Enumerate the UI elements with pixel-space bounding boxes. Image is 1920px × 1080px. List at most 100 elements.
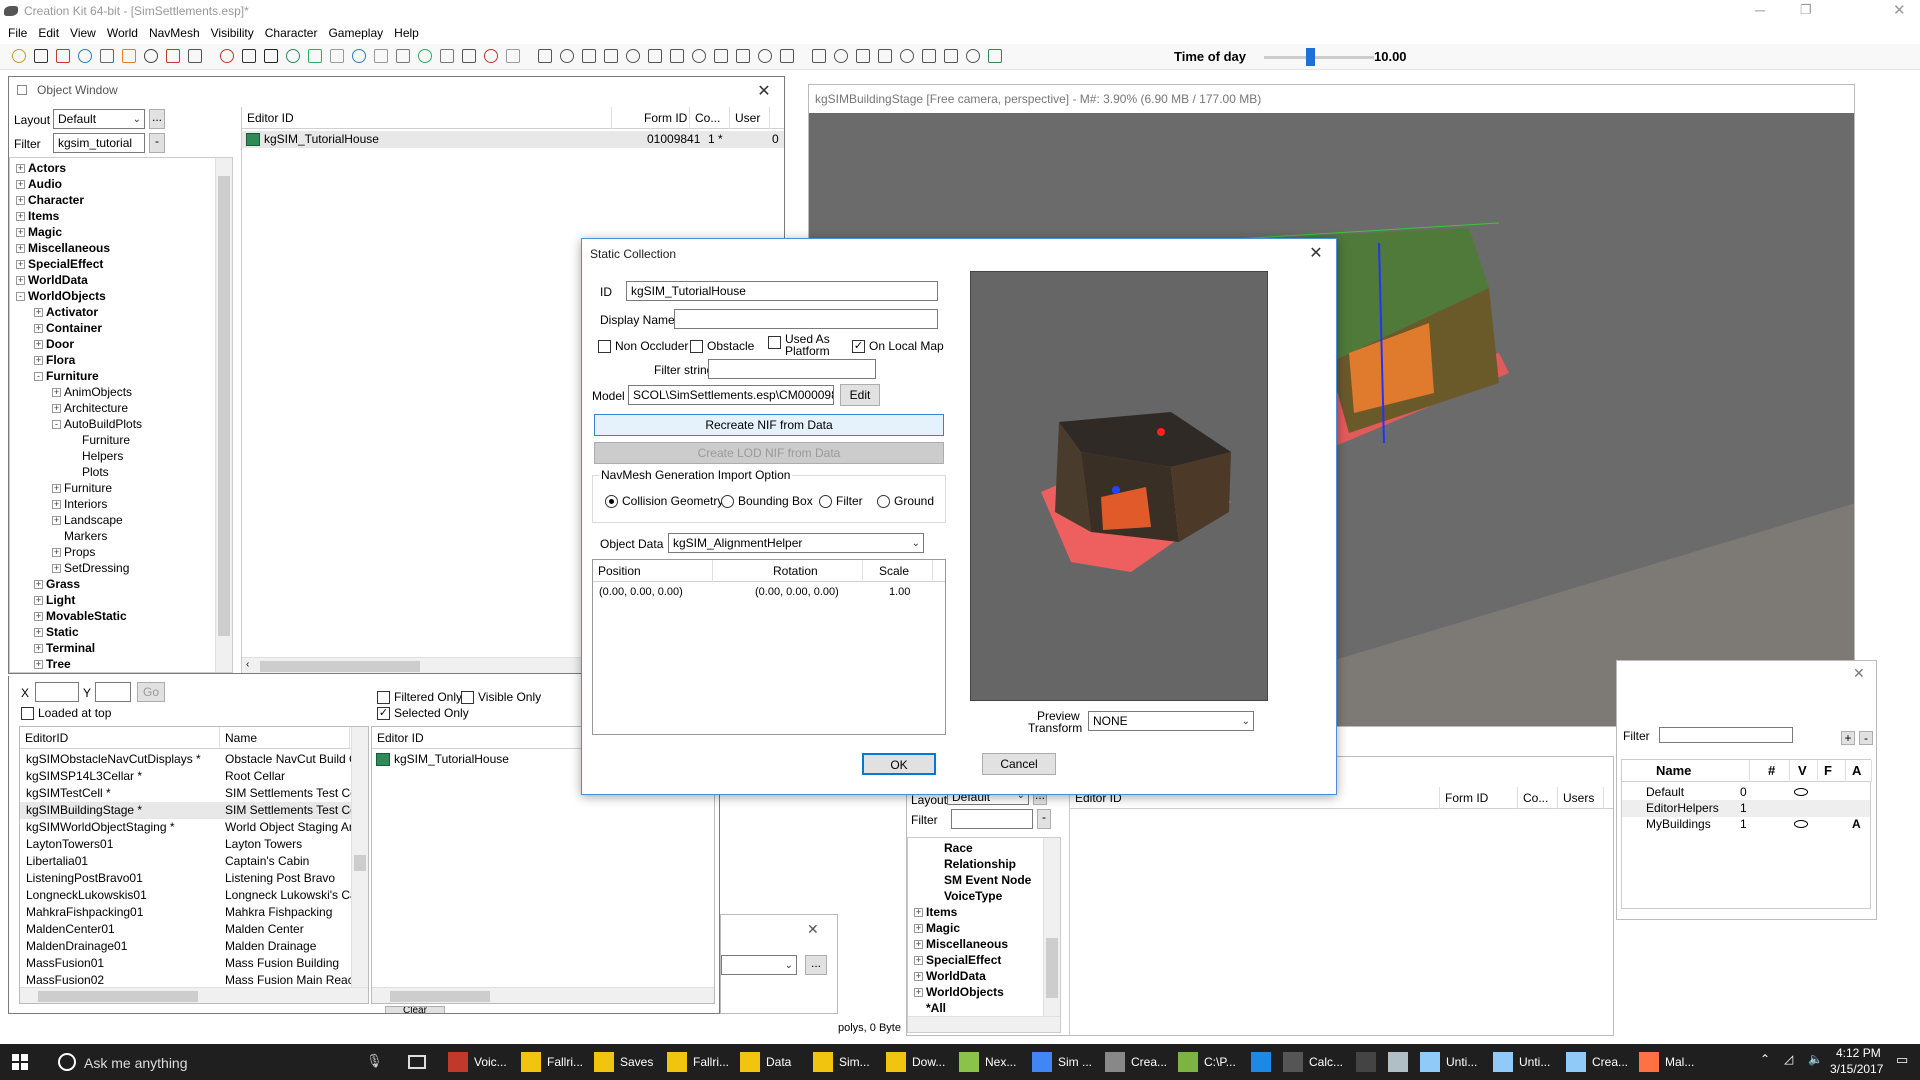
tree-node[interactable]: Helpers — [70, 448, 123, 464]
slider-thumb[interactable] — [1306, 48, 1316, 66]
loaded-at-top-checkbox[interactable]: Loaded at top — [21, 706, 111, 720]
on-local-map-checkbox[interactable]: ✓ On Local Map — [852, 339, 944, 353]
taskbar-item[interactable]: Unti... — [1493, 1044, 1550, 1080]
dialog-select[interactable]: ⌄ — [721, 955, 797, 975]
tree-node[interactable]: + Actors — [16, 160, 66, 176]
toolbar-tool-icon[interactable] — [648, 49, 662, 63]
taskbar-item[interactable]: Unti... — [1420, 1044, 1477, 1080]
toolbar-tool-icon[interactable] — [374, 49, 388, 63]
minimize-icon[interactable]: ─ — [1755, 2, 1765, 18]
tree-node[interactable]: + Magic — [914, 920, 960, 936]
toolbar-tool-icon[interactable] — [560, 49, 574, 63]
layer-row[interactable]: MyBuildings 1 A — [1622, 816, 1870, 833]
col-scale[interactable]: Scale — [863, 560, 933, 582]
toolbar-tool-icon[interactable] — [220, 49, 234, 63]
toolbar-tool-icon[interactable] — [462, 49, 476, 63]
toolbar-tool-icon[interactable] — [834, 49, 848, 63]
toolbar-tool-icon[interactable] — [308, 49, 322, 63]
col-visible[interactable]: V — [1790, 760, 1818, 782]
taskbar-item[interactable]: Mal... — [1639, 1044, 1694, 1080]
non-occluder-checkbox[interactable]: Non Occluder — [598, 339, 688, 353]
tree-node[interactable]: SM Event Node — [932, 872, 1031, 888]
toolbar-tool-icon[interactable] — [966, 49, 980, 63]
tree-node[interactable]: + Props — [52, 544, 95, 560]
toolbar-tool-icon[interactable] — [922, 49, 936, 63]
go-button[interactable]: Go — [137, 682, 165, 702]
toolbar-tool-icon[interactable] — [988, 49, 1002, 63]
category-tree[interactable]: Race Relationship SM Event Node VoiceType + I… — [907, 837, 1061, 1033]
col-editorid[interactable]: EditorID — [20, 727, 220, 749]
dialog-close-icon[interactable]: ✕ — [1304, 243, 1328, 265]
tree-node[interactable]: + SetDressing — [52, 560, 129, 576]
taskbar-item[interactable]: Crea... — [1566, 1044, 1628, 1080]
tree-node[interactable]: + Audio — [16, 176, 62, 192]
tree-node[interactable]: VoiceType — [932, 888, 1002, 904]
task-view-icon[interactable] — [408, 1055, 426, 1069]
expand-icon[interactable]: + — [34, 595, 43, 605]
tree-node[interactable]: + SpecialEffect — [914, 952, 1001, 968]
toolbar-tool-icon[interactable] — [736, 49, 750, 63]
expand-icon[interactable]: + — [52, 547, 61, 557]
expand-icon[interactable]: + — [914, 955, 923, 965]
table-row[interactable]: MaldenCenter01 Malden Center — [20, 921, 353, 938]
toolbar-tool-icon[interactable] — [286, 49, 300, 63]
taskbar-item[interactable]: C:\P... — [1178, 1044, 1236, 1080]
col-name[interactable]: Name — [220, 727, 350, 749]
toolbar-tool-icon[interactable] — [122, 49, 136, 63]
toolbar-tool-icon[interactable] — [242, 49, 256, 63]
expand-icon[interactable]: + — [914, 923, 923, 933]
taskbar-item[interactable]: Fallri... — [521, 1044, 583, 1080]
toolbar-tool-icon[interactable] — [440, 49, 454, 63]
tree-node[interactable]: + AnimObjects — [52, 384, 132, 400]
preview-transform-select[interactable]: NONE ⌄ — [1088, 711, 1254, 731]
col-active[interactable]: A — [1846, 760, 1872, 782]
transform-list[interactable]: Position Rotation Scale (0.00, 0.00, 0.0… — [592, 559, 946, 735]
layer-row[interactable]: Default 0 — [1622, 784, 1870, 801]
nav-filter-radio[interactable]: Filter — [819, 494, 863, 508]
table-row[interactable]: MahkraFishpacking01 Mahkra Fishpacking — [20, 904, 353, 921]
expand-icon[interactable]: + — [52, 563, 61, 573]
scroll-thumb[interactable] — [260, 661, 420, 672]
toolbar-tool-icon[interactable] — [188, 49, 202, 63]
taskbar-item[interactable]: Crea... — [1105, 1044, 1167, 1080]
toolbar-tool-icon[interactable] — [34, 49, 48, 63]
eye-icon[interactable] — [1794, 788, 1808, 796]
toolbar-tool-icon[interactable] — [396, 49, 410, 63]
toolbar-tool-icon[interactable] — [166, 49, 180, 63]
expand-icon[interactable]: + — [34, 323, 43, 333]
toolbar-tool-icon[interactable] — [506, 49, 520, 63]
taskbar-item[interactable] — [1388, 1044, 1408, 1080]
col-count[interactable]: Co... — [690, 107, 730, 129]
table-row[interactable]: (0.00, 0.00, 0.00) (0.00, 0.00, 0.00) 1.… — [593, 584, 945, 601]
tree-node[interactable]: *All — [914, 1000, 946, 1016]
tree-node[interactable]: + MovableStatic — [34, 608, 127, 624]
tree-node[interactable]: + Character — [16, 192, 84, 208]
tree-node[interactable]: + Grass — [34, 576, 80, 592]
cell-list[interactable]: EditorID Name kgSIMObstacleNavCutDisplay… — [19, 726, 369, 1004]
tree-node[interactable]: + Miscellaneous — [914, 936, 1008, 952]
filter-clear-button[interactable]: - — [149, 133, 165, 153]
close-icon[interactable]: ✕ — [1893, 1, 1906, 19]
close-icon[interactable]: ✕ — [1853, 665, 1865, 682]
expand-icon[interactable]: + — [52, 499, 61, 509]
expand-icon[interactable]: + — [16, 179, 25, 189]
toolbar-tool-icon[interactable] — [604, 49, 618, 63]
tree-node[interactable]: + Tree — [34, 656, 71, 672]
tree-node[interactable]: + Light — [34, 592, 75, 608]
expand-icon[interactable]: + — [52, 387, 61, 397]
collapse-icon[interactable]: - — [16, 291, 25, 301]
col-frozen[interactable]: F — [1818, 760, 1846, 782]
selected-only-checkbox[interactable]: ✓ Selected Only — [377, 706, 469, 720]
filter-input[interactable] — [951, 809, 1033, 829]
toolbar-tool-icon[interactable] — [944, 49, 958, 63]
clear-button[interactable]: Clear — [385, 1006, 445, 1013]
object-window-close-icon[interactable]: ✕ — [752, 81, 776, 103]
taskbar-item[interactable] — [1356, 1044, 1376, 1080]
filter-input[interactable]: kgsim_tutorial — [53, 133, 145, 153]
toolbar-tool-icon[interactable] — [812, 49, 826, 63]
table-row[interactable]: ListeningPostBravo01 Listening Post Bravo — [20, 870, 353, 887]
tree-node[interactable]: + Architecture — [52, 400, 128, 416]
tree-node[interactable]: + Terminal — [34, 640, 95, 656]
tree-node[interactable]: + Landscape — [52, 512, 123, 528]
menu-world[interactable]: World — [103, 24, 145, 44]
